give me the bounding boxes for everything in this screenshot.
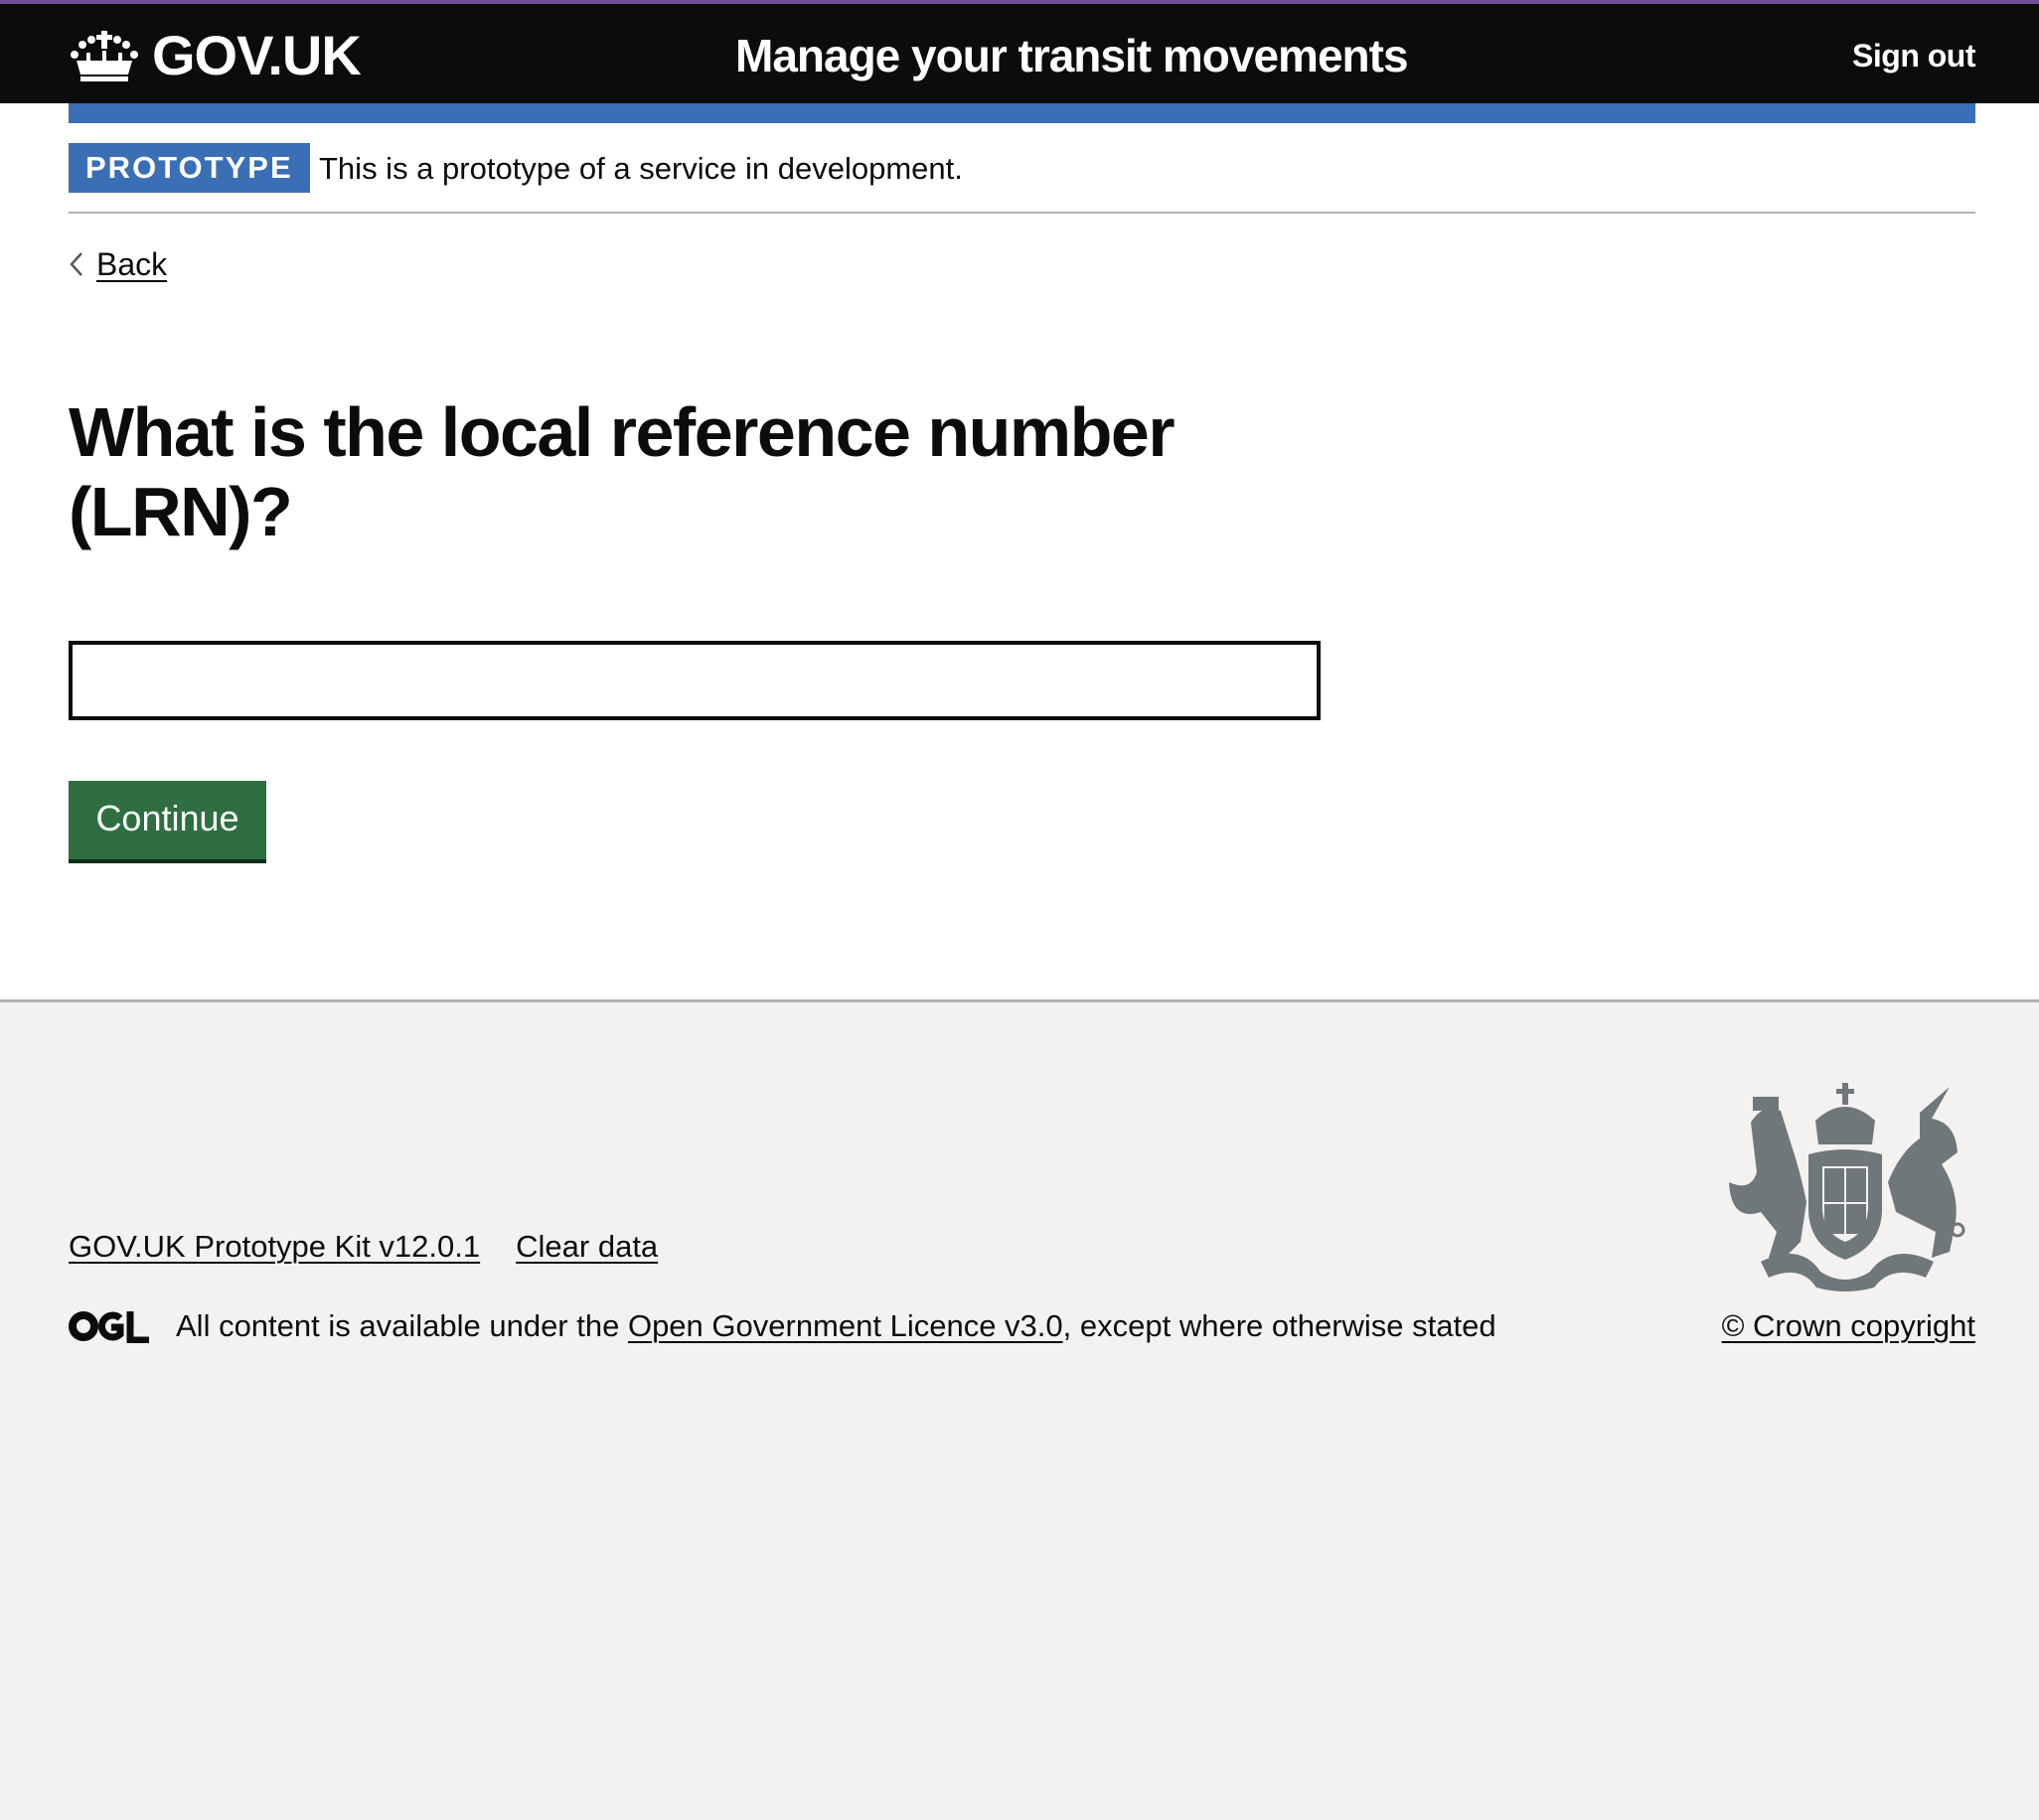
open-government-licence-link[interactable]: Open Government Licence v3.0 [628,1304,1063,1348]
sign-out-link[interactable]: Sign out [1852,34,1975,77]
page-heading: What is the local reference number (LRN)… [69,393,1176,550]
licence-suffix: , except where otherwise stated [1062,1308,1496,1343]
phase-banner-text: This is a prototype of a service in deve… [319,151,963,186]
phase-tag: PROTOTYPE [69,143,310,193]
crown-icon [71,31,138,81]
lrn-input[interactable] [69,641,1321,720]
licence-prefix: All content is available under the [176,1308,628,1343]
ogl-logo-icon [69,1311,149,1343]
site-footer: GOV.UK Prototype Kit v12.0.1 Clear data … [0,999,2039,1820]
logo-text: GOV.UK [152,24,362,86]
back-link[interactable]: Back [69,242,167,286]
crown-copyright-link[interactable]: © Crown copyright [1722,1304,1975,1348]
chevron-left-icon [70,252,82,276]
service-name-link[interactable]: Manage your transit movements [735,28,1409,83]
footer-links: GOV.UK Prototype Kit v12.0.1 Clear data [69,1225,658,1269]
prototype-kit-link[interactable]: GOV.UK Prototype Kit v12.0.1 [69,1225,480,1269]
licence-statement: All content is available under the Open … [69,1304,1496,1348]
govuk-logo-link[interactable]: GOV.UK [69,24,362,86]
back-link-label: Back [96,246,168,282]
site-header: GOV.UK Manage your transit movements Sig… [0,0,2039,103]
clear-data-link[interactable]: Clear data [516,1225,658,1269]
royal-coat-of-arms-icon [1729,1083,1965,1291]
continue-button[interactable]: Continue [69,781,266,859]
header-accent-bar [69,103,1975,123]
phase-banner: PROTOTYPE This is a prototype of a servi… [69,143,1975,214]
page-body: GOV.UK Manage your transit movements Sig… [0,0,2039,999]
